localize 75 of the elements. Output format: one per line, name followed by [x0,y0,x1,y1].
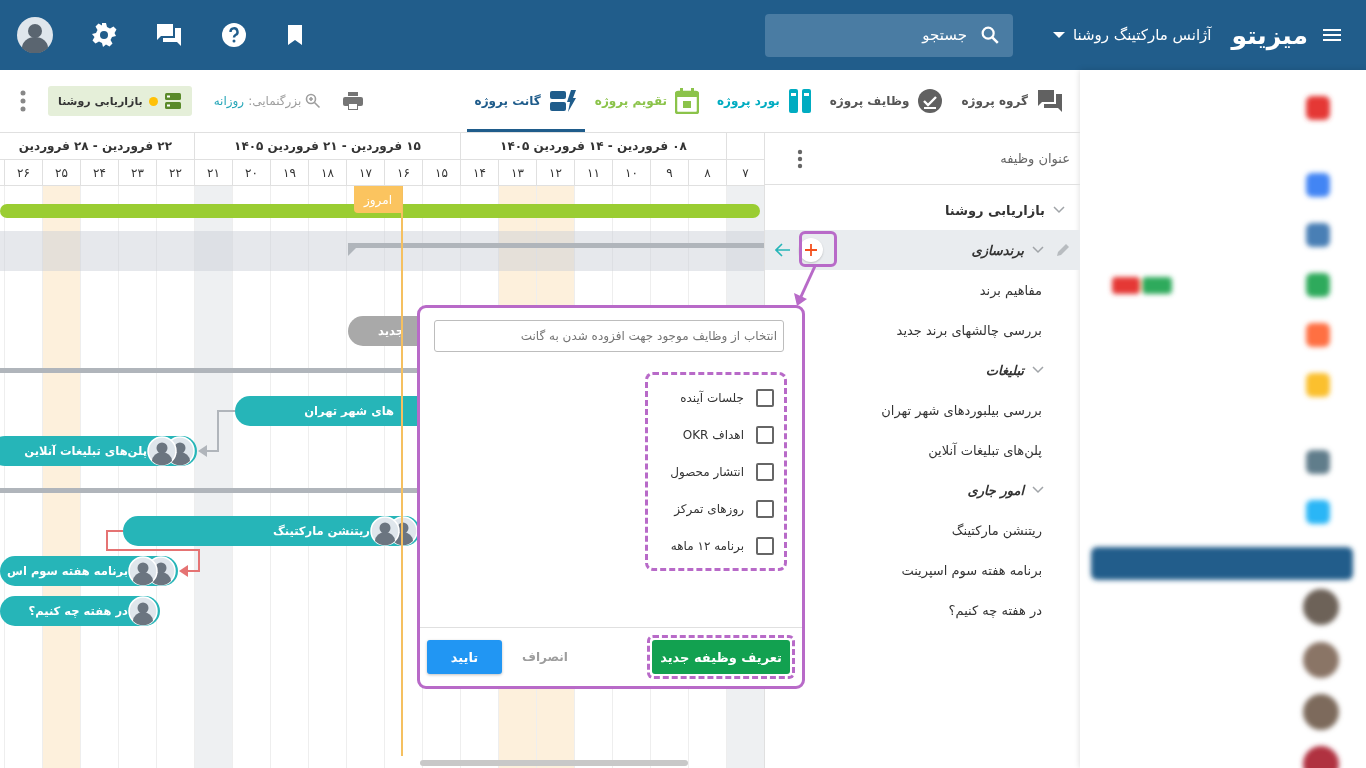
task-title[interactable]: در هفته چه کنیم؟ [948,602,1042,618]
project-chip[interactable]: بازاریابی روشنا [48,86,192,116]
day-label: ۱۴ [460,160,498,185]
tab[interactable]: وظایف پروژه [821,73,952,132]
task-title[interactable]: بازاریابی روشنا [944,202,1045,218]
selected-row[interactable]: برندسازی [765,230,1080,270]
gantt-icon [548,89,577,113]
day-label: ۲۴ [80,160,118,185]
day-label: ۱۸ [308,160,346,185]
day-label: ۲۶ [4,160,42,185]
search-field[interactable]: جستجو [764,13,1013,57]
day-label: ۸ [688,160,726,185]
more-icon[interactable] [20,90,26,112]
day-label: ۲۲ [156,160,194,185]
day-label: ۱۳ [498,160,536,185]
task-title[interactable]: ریتنشن مارکتینگ [951,522,1042,538]
chevron-icon[interactable] [1032,246,1044,254]
day-label: ۲۳ [118,160,156,185]
bookmark-icon[interactable] [285,23,305,47]
search-field[interactable]: انتخاب از وظایف موجود جهت افزوده شدن به گانت [434,320,784,352]
task-title[interactable]: پلن‌های تبلیغات آنلاین [928,442,1042,458]
print-icon[interactable] [343,92,364,110]
chat-icon[interactable] [155,22,183,48]
day-label: ۱۰ [612,160,650,185]
highlight-frame [799,231,837,267]
settings-icon[interactable] [91,22,117,48]
option-checkbox[interactable]: اهداف OKR [670,416,774,453]
tab[interactable]: گانت پروژه [466,73,585,132]
chevron-icon[interactable] [1032,486,1044,494]
day-label: ۱۷ [346,160,384,185]
task-title[interactable]: بررسی چالشهای برند جدید [896,322,1042,338]
task-title[interactable]: برندسازی [971,242,1024,258]
chevron-icon[interactable] [1053,206,1065,214]
week-label: ۱۵ فروردین - ۲۱ فروردین ۱۴۰۵ [234,139,421,153]
option-checkbox[interactable]: جلسات آینده [670,379,774,416]
app-logo: میزیتو [1231,20,1308,50]
option-checkbox[interactable]: برنامه ۱۲ ماهه [670,527,774,564]
calendar-icon [675,88,700,114]
day-label: ۲۰ [232,160,270,185]
plus-icon [805,244,817,256]
day-label: ۲۱ [194,160,232,185]
week-label: ۰۸ فروردین - ۱۴ فروردین ۱۴۰۵ [500,139,687,153]
chat-icon [1036,88,1064,114]
week-label: ۲۲ فروردین - ۲۸ فروردین [18,139,172,153]
task-title[interactable]: برنامه هفته سوم اسپرینت [901,562,1042,578]
task-title[interactable]: بررسی بیلبوردهای شهر تهران [881,402,1042,418]
day-label: ۷ [726,160,764,185]
scrollbar[interactable] [420,760,688,766]
today-label: امروز [354,186,402,213]
column-header: عنوان وظیفه [1000,151,1070,166]
back-arrow-icon[interactable] [775,243,791,257]
day-label: ۱۶ [384,160,422,185]
day-label: ۱۱ [574,160,612,185]
tab[interactable]: گروه پروژه [953,73,1072,132]
more-icon[interactable] [797,148,803,169]
help-icon[interactable] [221,22,247,48]
task-title[interactable]: تبلیغات [985,362,1024,378]
task-title[interactable]: مفاهیم برند [979,282,1042,298]
zoom-icon [305,93,322,109]
day-label: ۹ [650,160,688,185]
day-label: ۱۹ [270,160,308,185]
task-title[interactable]: امور جاری [967,482,1024,498]
chevron-icon[interactable] [1032,366,1044,374]
caret-icon [1052,31,1065,39]
day-label: ۲۵ [42,160,80,185]
option-checkbox[interactable]: روزهای تمرکز [670,490,774,527]
check-circle-icon [917,88,944,114]
organization-dropdown[interactable]: آژانس مارکتینگ روشنا [1052,26,1212,44]
day-label: ۱۲ [536,160,574,185]
connector-line [198,410,236,457]
option-checkbox[interactable]: انتشار محصول [670,453,774,490]
day-label: ۱۵ [422,160,460,185]
columns-icon [787,88,812,114]
server-icon [163,92,182,110]
avatar[interactable] [17,17,53,53]
